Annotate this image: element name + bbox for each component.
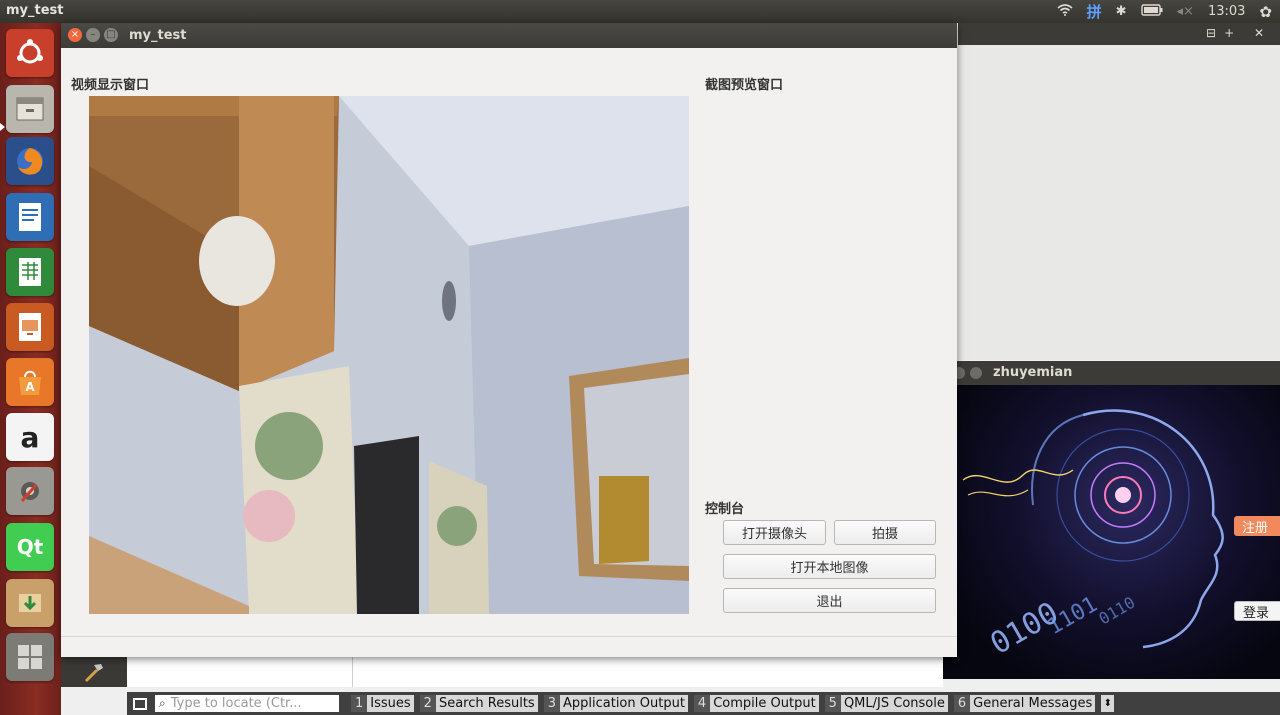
output-tab-compile-output[interactable]: 4 Compile Output: [693, 695, 819, 712]
impress-icon[interactable]: [6, 303, 54, 351]
tab-label: QML/JS Console: [840, 695, 948, 712]
ide-projects-pane: [127, 657, 353, 687]
window-body: 视频显示窗口 截图预览窗口 控制台 打开摄像头 拍摄 打开本地图像 退出: [61, 48, 957, 657]
unity-launcher: A a Qt: [0, 23, 61, 715]
status-separator: [61, 636, 957, 637]
calc-icon[interactable]: [6, 248, 54, 296]
tab-number: 6: [953, 695, 971, 712]
qt-creator-icon[interactable]: Qt: [6, 523, 54, 571]
svg-text:A: A: [25, 380, 35, 394]
search-icon: ⌕: [159, 696, 166, 710]
top-panel: my_test 拼 ✱ ◂× 13:03 ✿: [0, 0, 1280, 23]
output-tab-issues[interactable]: 1 Issues: [351, 695, 414, 712]
session-gear-icon[interactable]: ✿: [1259, 3, 1272, 21]
tab-number: 2: [419, 695, 436, 712]
writer-icon[interactable]: [6, 193, 54, 241]
svg-text:0110: 0110: [1096, 593, 1139, 629]
open-local-image-button[interactable]: 打开本地图像: [723, 554, 936, 579]
output-tab-application-output[interactable]: 3 Application Output: [543, 695, 688, 712]
qt-label: Qt: [16, 535, 44, 559]
zhuyemian-window: zhuyemian 0100 1101 0110 注册 登录: [943, 361, 1280, 679]
locator-input[interactable]: ⌕ Type to locate (Ctr...: [155, 695, 339, 712]
output-tab-search-results[interactable]: 2 Search Results: [419, 695, 538, 712]
tab-label: Application Output: [559, 695, 688, 712]
bluetooth-icon[interactable]: ✱: [1116, 4, 1127, 19]
output-tab-qml-console[interactable]: 5 QML/JS Console: [824, 695, 948, 712]
system-tray: 拼 ✱ ◂× 13:03 ✿: [1057, 2, 1272, 21]
ai-head-background-image: 0100 1101 0110: [943, 385, 1280, 679]
output-panes-bar: ⌕ Type to locate (Ctr... 1 Issues 2 Search…: [127, 692, 1280, 715]
window-title: my_test: [129, 28, 187, 43]
toggle-sidebar-icon[interactable]: [133, 697, 147, 710]
tab-label: Search Results: [435, 695, 538, 712]
workspace-switcher-icon[interactable]: [6, 633, 54, 681]
battery-icon[interactable]: [1140, 3, 1163, 20]
active-app-title: my_test: [6, 3, 64, 18]
ide-mode-bar: [61, 657, 127, 687]
camera-frame: [89, 96, 689, 614]
clock[interactable]: 13:03: [1208, 4, 1245, 19]
register-button[interactable]: 注册: [1234, 516, 1280, 536]
tab-label: Compile Output: [710, 695, 819, 712]
window-titlebar[interactable]: × – □ my_test: [61, 23, 957, 48]
input-method-icon[interactable]: 拼: [1087, 1, 1102, 22]
ide-split-toolbar: ⊟+ ✕: [958, 23, 1280, 45]
update-manager-icon[interactable]: [6, 579, 54, 627]
output-tab-general-messages[interactable]: 6 General Messages: [953, 695, 1096, 712]
tab-number: 3: [543, 695, 560, 712]
amazon-icon[interactable]: a: [6, 413, 54, 461]
amazon-letter: a: [20, 420, 40, 454]
wifi-icon[interactable]: [1057, 3, 1073, 20]
volume-muted-icon[interactable]: ◂×: [1177, 4, 1194, 19]
preview-window-label: 截图预览窗口: [705, 78, 784, 93]
ubuntu-dash-icon[interactable]: [6, 29, 54, 77]
tab-number: 1: [351, 695, 368, 712]
split-close-controls[interactable]: ⊟+ ✕: [1206, 26, 1272, 40]
video-display-label: 视频显示窗口: [71, 78, 150, 93]
active-indicator: [0, 123, 5, 131]
firefox-icon[interactable]: [6, 137, 54, 185]
system-settings-icon[interactable]: [6, 467, 54, 515]
zhuyemian-maximize-icon[interactable]: [970, 367, 982, 379]
maximize-icon[interactable]: □: [104, 28, 118, 42]
more-panes-arrow-icon[interactable]: ⬍: [1101, 695, 1115, 712]
close-icon[interactable]: ×: [68, 28, 82, 42]
exit-button[interactable]: 退出: [723, 588, 936, 613]
zhuyemian-titlebar: zhuyemian: [943, 361, 1280, 385]
locator-placeholder: Type to locate (Ctr...: [170, 696, 302, 711]
tab-number: 5: [824, 695, 841, 712]
login-button[interactable]: 登录: [1234, 601, 1280, 621]
build-hammer-icon[interactable]: [81, 659, 107, 685]
video-display-area: [89, 96, 689, 614]
tab-number: 4: [693, 695, 711, 712]
my-test-window: × – □ my_test 视频显示窗口 截图预览窗口 控制台 打开摄像头 拍摄…: [61, 23, 957, 657]
files-icon[interactable]: [6, 85, 54, 133]
open-camera-button[interactable]: 打开摄像头: [723, 520, 826, 545]
ide-editor-area: [958, 45, 1280, 360]
ide-output-pane: [353, 657, 943, 687]
console-label: 控制台: [705, 502, 745, 517]
svg-text:1101: 1101: [1044, 592, 1102, 640]
ai-head-illustration: 0100 1101 0110: [962, 409, 1224, 662]
minimize-icon[interactable]: –: [86, 28, 100, 42]
tab-label: General Messages: [970, 695, 1096, 712]
software-center-icon[interactable]: A: [6, 358, 54, 406]
tab-label: Issues: [367, 695, 414, 712]
zhuyemian-title: zhuyemian: [993, 365, 1073, 380]
capture-button[interactable]: 拍摄: [834, 520, 936, 545]
